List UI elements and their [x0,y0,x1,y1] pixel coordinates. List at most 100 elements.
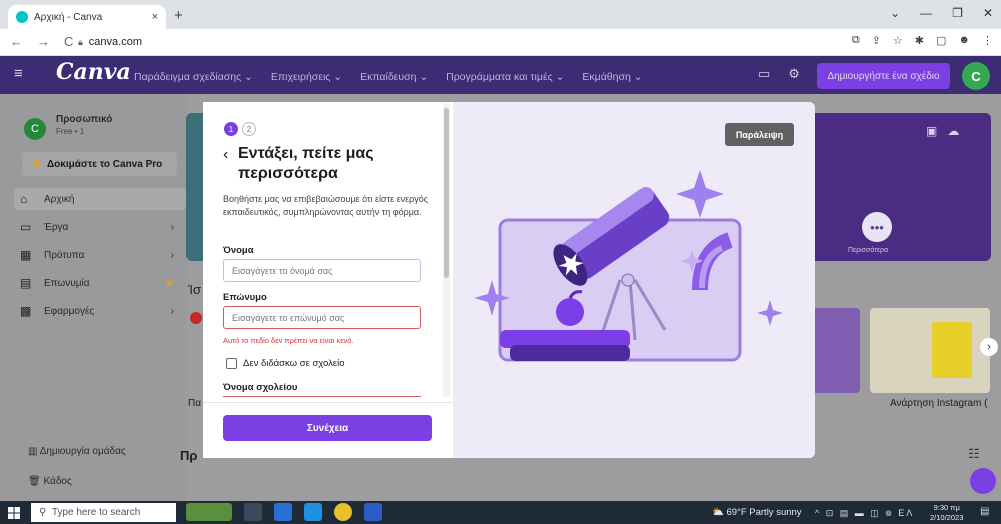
bookmark-star-icon[interactable]: ☆ [893,34,903,47]
back-chevron-icon[interactable]: ‹ [223,146,228,164]
form-scrollbar-thumb[interactable] [444,108,449,278]
nav-learn[interactable]: Εκμάθηση ⌄ [582,71,642,83]
sidebar-item-projects[interactable]: ▭ Έργα › [20,217,180,237]
file-explorer-icon[interactable] [274,503,292,521]
trash-label: Κάδος [43,476,72,487]
templates-icon: ▦ [20,248,32,262]
home-icon: ⌂ [20,192,28,206]
notifications-center-icon[interactable]: ▤ [980,506,989,517]
sidebar-item-apps[interactable]: ▩ Εφαρμογές › [20,301,180,321]
extensions-icon[interactable]: ✱ [915,34,924,47]
store-app-icon[interactable] [364,503,382,521]
chrome-browser-icon[interactable] [334,503,352,521]
more-label: Περισσότερα [848,247,889,254]
window-close-icon[interactable]: ✕ [983,6,993,20]
school-name-label: Όνομα σχολείου [223,382,298,393]
tab-search-icon[interactable]: ⌄ [890,6,900,20]
not-teaching-checkbox[interactable] [226,358,237,369]
taskbar-news-widget[interactable] [186,503,232,521]
browser-tab[interactable]: Αρχική - Canva × [8,5,166,29]
edge-browser-icon[interactable] [304,503,322,521]
step-indicator-active: 1 [224,122,238,136]
nav-plans-pricing[interactable]: Προγράμματα και τιμές ⌄ [446,71,564,83]
sidebar-item-brand[interactable]: ▤ Επωνυμία ♛ [20,273,180,293]
url-text: canva.com [88,36,142,48]
search-icon: ⚲ [39,507,52,518]
help-button[interactable] [970,468,996,494]
sidebar-item-templates[interactable]: ▦ Πρότυπα › [20,245,180,265]
desktop-app-icon[interactable]: ▭ [758,66,770,82]
create-team-label: Δημιουργία ομάδας [39,446,126,457]
minimize-icon[interactable]: — [920,6,932,20]
create-design-button[interactable]: Δημιουργήστε ένα σχέδιο [817,63,950,89]
apple-shape [556,298,584,326]
sidebar-account-name[interactable]: Προσωπικό [56,114,112,125]
share-icon[interactable]: ⇪ [872,34,881,47]
not-teaching-label[interactable]: Δεν διδάσκω σε σχολείο [243,358,345,369]
taskbar-apps [186,503,382,521]
tab-close-icon[interactable]: × [152,11,158,23]
taskbar-search[interactable]: ⚲ Type here to search [31,503,176,522]
taskbar-clock[interactable]: 9:30 πμ 2/10/2023 [930,503,963,523]
last-name-label: Επώνυμο [223,292,267,303]
windows-start-icon[interactable] [8,507,20,519]
view-toggle-icon[interactable]: ☷ [968,446,980,462]
sparkle-icon [676,170,724,218]
clock-date: 2/10/2023 [930,513,964,522]
taskbar-search-placeholder: Type here to search [51,507,141,518]
maximize-icon[interactable]: ❐ [952,6,963,20]
form-divider [203,402,453,403]
canva-logo[interactable]: Canva [56,59,131,85]
hamburger-menu-icon[interactable]: ≡ [14,65,23,82]
continue-button[interactable]: Συνέχεια [223,415,432,441]
sidebar-avatar[interactable]: C [24,118,46,140]
weather-widget[interactable]: ⛅ 69°F Partly sunny [712,507,802,518]
school-name-input[interactable] [223,396,421,401]
section-title-partial: Πρ [180,448,198,463]
more-options-icon[interactable]: ••• [862,212,892,242]
system-tray[interactable]: ^ ⊡ ▤ ▬ ◫ ᪤ ΕΛ [815,506,914,521]
first-name-label: Όνομα [223,245,254,256]
notification-badge [190,312,202,324]
url-field[interactable]: 🔒︎ canva.com [78,33,142,51]
trash-button[interactable]: 🗑︎ Κάδος [28,476,72,487]
modal-title: Εντάξει, πείτε μας περισσότερα [238,145,374,182]
create-team-button[interactable]: ▥ Δημιουργία ομάδας [28,446,126,457]
sidebar-item-home[interactable]: ⌂ Αρχική [20,189,180,209]
nav-business[interactable]: Επιχειρήσεις ⌄ [271,71,342,83]
nav-buttons: ← → C [10,34,73,49]
reload-icon[interactable]: C [64,34,73,49]
brand-icon: ▤ [20,276,32,290]
last-name-error: Αυτό το πεδίο δεν πρέπει να είναι κενό. [223,336,354,345]
banner-upload-icons[interactable]: ▣☁ [926,124,969,138]
try-pro-label: Δοκιμάστε το Canva Pro [46,158,163,170]
user-avatar[interactable]: C [962,62,990,90]
forward-icon[interactable]: → [37,34,50,49]
profile-icon[interactable]: ☻ [958,34,970,47]
weather-text: 69°F Partly sunny [726,507,802,518]
section-heading-partial: Ίσ [188,282,202,297]
crown-icon: ★ [32,158,41,170]
menu-kebab-icon[interactable]: ⋮ [982,34,993,47]
skip-button[interactable]: Παράλειψη [725,123,794,146]
nav-education[interactable]: Εκπαίδευση ⌄ [360,71,428,83]
try-canva-pro-button[interactable]: ★ Δοκιμάστε το Canva Pro [22,152,177,176]
nav-design-examples[interactable]: Παράδειγμα σχεδίασης ⌄ [134,71,253,83]
settings-gear-icon[interactable]: ⚙ [788,66,800,82]
address-bar [0,29,1001,56]
chevron-right-icon: › [170,221,174,233]
chevron-right-icon: › [170,305,174,317]
sidepanel-icon[interactable]: ▢ [936,34,946,47]
sidebar-item-label: Αρχική [44,193,75,205]
first-name-input[interactable]: Εισαγάγετε το όνομά σας [223,259,421,282]
weather-icon: ⛅ [712,507,727,518]
template-card-instagram[interactable] [870,308,990,393]
carousel-next-icon[interactable]: › [980,338,998,356]
new-tab-button[interactable]: + [174,7,183,24]
sidebar-item-label: Έργα [44,221,69,233]
translate-icon[interactable]: ⧉ [852,34,860,47]
team-icon: ▥ [28,446,40,457]
task-view-icon[interactable] [244,503,262,521]
last-name-input[interactable]: Εισαγάγετε το επώνυμό σας [223,306,421,329]
back-icon[interactable]: ← [10,34,23,49]
